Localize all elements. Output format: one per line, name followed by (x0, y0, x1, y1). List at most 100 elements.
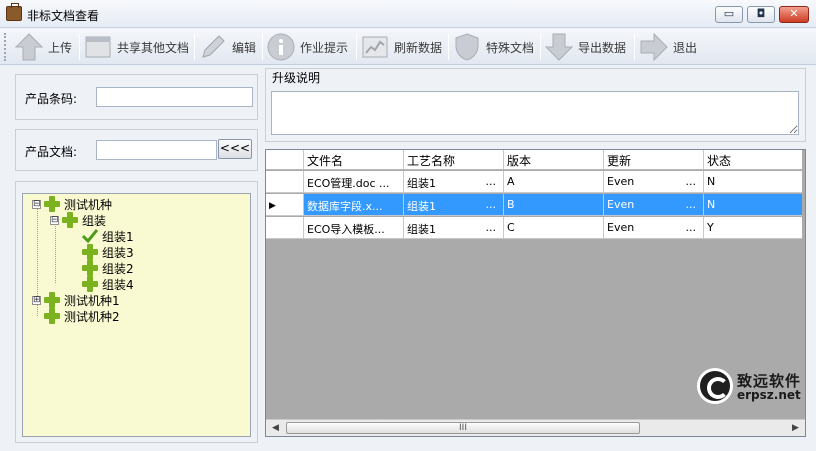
cell-updated[interactable]: Even... (604, 217, 704, 239)
restore-button[interactable]: ◘ (747, 6, 775, 23)
barcode-input[interactable] (96, 87, 253, 107)
collapse-icon[interactable]: ⊟ (32, 199, 41, 209)
tree-node-assembly-1[interactable]: 组装1 (81, 228, 134, 244)
exit-label: 退出 (673, 40, 698, 55)
cell-status[interactable]: Y (704, 217, 802, 239)
column-header-filename[interactable]: 文件名 (304, 150, 404, 170)
document-label: 产品文档: (25, 145, 78, 159)
edit-label: 编辑 (232, 40, 257, 55)
cell-ellipsis-button[interactable]: ... (686, 221, 697, 234)
window-icon (83, 32, 113, 62)
window-title: 非标文档查看 (27, 9, 100, 23)
export-data-button[interactable]: 导出数据 (544, 31, 626, 63)
watermark-logo-icon (697, 368, 733, 404)
job-hint-button[interactable]: 作业提示 (266, 31, 348, 63)
table-row[interactable]: ECO管理.doc ... 组装1... A Even... N (266, 171, 802, 193)
tree-node-label: 组装3 (102, 245, 134, 260)
tree-node-test-model[interactable]: ⊟ 测试机种 (32, 196, 112, 212)
share-other-docs-label: 共享其他文档 (117, 40, 190, 55)
cell-ellipsis-button[interactable]: ... (486, 221, 497, 234)
toolbar-divider (262, 34, 263, 60)
refresh-data-button[interactable]: 刷新数据 (360, 31, 442, 63)
chart-icon (360, 32, 390, 62)
scroll-thumb[interactable]: III (286, 422, 640, 434)
row-header[interactable] (266, 171, 304, 193)
tree-node-assembly-4[interactable]: 组装4 (82, 276, 134, 292)
toolbar: 上传 共享其他文档 编辑 作业提示 刷新数据 特殊文档 导出数据 退出 (0, 29, 816, 65)
tree-node-test-model-1[interactable]: ⊞ 测试机种1 (32, 292, 120, 308)
cell-version[interactable]: B (504, 194, 604, 216)
column-header-version[interactable]: 版本 (504, 150, 604, 170)
cell-updated[interactable]: Even... (604, 194, 704, 216)
cell-process-text: 组装1 (407, 177, 436, 190)
toolbar-divider (356, 34, 357, 60)
cell-status[interactable]: N (704, 194, 802, 216)
tree-node-assembly-2[interactable]: 组装2 (82, 260, 134, 276)
edit-button[interactable]: 编辑 (198, 31, 256, 63)
collapse-icon[interactable]: ⊟ (50, 215, 59, 225)
special-docs-button[interactable]: 特殊文档 (452, 31, 534, 63)
grid-header-row: 文件名 工艺名称 版本 更新 状态 (266, 150, 802, 172)
scroll-right-icon[interactable]: ▶ (789, 422, 802, 434)
tree-node-label: 组装2 (102, 261, 134, 276)
row-header[interactable] (266, 217, 304, 239)
cell-status[interactable]: N (704, 171, 802, 193)
table-row[interactable]: ECO导入模板... 组装1... C Even... Y (266, 217, 802, 239)
toolbar-divider (194, 34, 195, 60)
tree-node-assembly-3[interactable]: 组装3 (82, 244, 134, 260)
toolbar-divider (540, 34, 541, 60)
cell-ellipsis-button[interactable]: ... (686, 198, 697, 211)
right-arrow-icon (639, 32, 669, 62)
title-bar: 非标文档查看 ▭ ◘ ✕ (0, 0, 816, 28)
cell-process[interactable]: 组装1... (404, 194, 504, 216)
cell-updated[interactable]: Even... (604, 171, 704, 193)
tree-node-label: 组装4 (102, 277, 134, 292)
cell-process[interactable]: 组装1... (404, 171, 504, 193)
tree-node-label: 测试机种2 (64, 309, 120, 324)
close-button[interactable]: ✕ (779, 6, 809, 23)
tree-node-assembly[interactable]: ⊟ 组装 (50, 212, 106, 228)
export-data-label: 导出数据 (578, 40, 627, 55)
cell-updated-text: Even (607, 175, 635, 188)
cell-ellipsis-button[interactable]: ... (686, 175, 697, 188)
upload-label: 上传 (48, 40, 73, 55)
watermark: 致远软件 erpsz.net (697, 368, 809, 406)
toolbar-grip[interactable] (4, 33, 8, 61)
cell-filename[interactable]: ECO导入模板... (304, 217, 404, 239)
cell-updated-text: Even (607, 198, 635, 211)
expand-icon[interactable]: ⊞ (32, 295, 41, 305)
minimize-button[interactable]: ▭ (715, 6, 743, 23)
cell-filename[interactable]: ECO管理.doc ... (304, 171, 404, 193)
row-header[interactable]: ▶ (266, 194, 304, 216)
tree-node-label: 测试机种1 (64, 293, 120, 308)
cell-ellipsis-button[interactable]: ... (486, 175, 497, 188)
column-header-status[interactable]: 状态 (704, 150, 802, 170)
product-tree: ⊟ 测试机种 ⊟ 组装 组装1 组装3 组装2 组装4 ⊞ 测试机种1 测试机种… (22, 193, 251, 437)
upload-button[interactable]: 上传 (14, 31, 72, 63)
browse-button[interactable]: <<< (218, 139, 252, 159)
barcode-label: 产品条码: (25, 92, 78, 106)
upgrade-notes-textarea[interactable] (271, 91, 799, 135)
column-header-updated[interactable]: 更新 (604, 150, 704, 170)
document-input[interactable] (96, 140, 217, 160)
cell-filename[interactable]: 数据库字段.x... (304, 194, 404, 216)
exit-button[interactable]: 退出 (639, 31, 697, 63)
cell-version[interactable]: C (504, 217, 604, 239)
cell-process-text: 组装1 (407, 200, 436, 213)
cell-process[interactable]: 组装1... (404, 217, 504, 239)
scroll-left-icon[interactable]: ◀ (269, 422, 282, 434)
share-other-docs-button[interactable]: 共享其他文档 (83, 31, 189, 63)
toolbar-divider (448, 34, 449, 60)
table-row-selected[interactable]: ▶ 数据库字段.x... 组装1... B Even... N (266, 194, 802, 216)
horizontal-scrollbar[interactable]: ◀ III ▶ (266, 419, 805, 436)
plus-icon (82, 260, 98, 276)
tree-node-test-model-2[interactable]: 测试机种2 (44, 308, 120, 324)
plus-icon (44, 292, 60, 308)
cell-ellipsis-button[interactable]: ... (486, 198, 497, 211)
cell-process-text: 组装1 (407, 223, 436, 236)
down-arrow-icon (544, 32, 574, 62)
cell-version[interactable]: A (504, 171, 604, 193)
column-header-process[interactable]: 工艺名称 (404, 150, 504, 170)
plus-icon (82, 244, 98, 260)
plus-icon (44, 308, 60, 324)
